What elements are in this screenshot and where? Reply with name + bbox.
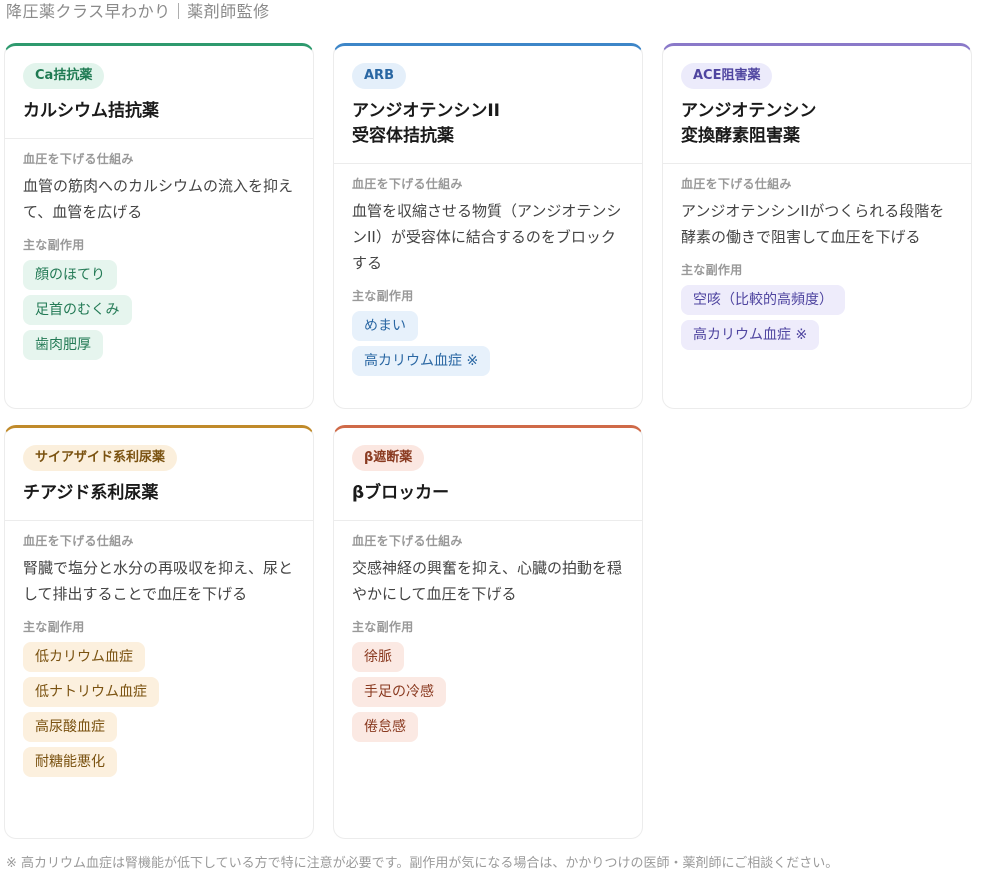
drug-card-ace-inhibitor: ACE阻害薬 アンジオテンシン 変換酵素阻害薬 血圧を下げる仕組み アンジオテン… — [662, 43, 972, 409]
card-title: アンジオテンシンII 受容体拮抗薬 — [352, 101, 500, 146]
mechanism-text: 腎臓で塩分と水分の再吸収を抑え、尿として排出することで血圧を下げる — [23, 559, 294, 603]
side-effect-tag: 徐脈 — [352, 642, 404, 672]
mechanism-text: アンジオテンシンIIがつくられる段階を酵素の働きで阻害して血圧を下げる — [681, 202, 945, 246]
card-body: 血圧を下げる仕組み アンジオテンシンIIがつくられる段階を酵素の働きで阻害して血… — [663, 164, 971, 371]
card-header: Ca拮抗薬 カルシウム拮抗薬 — [5, 46, 313, 139]
drug-card-beta-blocker: β遮断薬 βブロッカー 血圧を下げる仕組み 交感神経の興奮を抑え、心臓の拍動を穏… — [333, 425, 643, 839]
class-badge: ARB — [352, 63, 406, 89]
mechanism-label: 血圧を下げる仕組み — [23, 534, 134, 548]
class-badge: β遮断薬 — [352, 445, 425, 471]
card-header: ARB アンジオテンシンII 受容体拮抗薬 — [334, 46, 642, 164]
class-badge: サイアザイド系利尿薬 — [23, 445, 178, 471]
drug-card-arb: ARB アンジオテンシンII 受容体拮抗薬 血圧を下げる仕組み 血管を収縮させる… — [333, 43, 643, 409]
side-effect-tag: 足首のむくみ — [23, 295, 132, 325]
side-effect-tag: 空咳（比較的高頻度） — [681, 285, 845, 315]
drug-card-ca-antagonist: Ca拮抗薬 カルシウム拮抗薬 血圧を下げる仕組み 血管の筋肉へのカルシウムの流入… — [4, 43, 314, 409]
side-effect-tag: 倦怠感 — [352, 712, 418, 742]
card-header: ACE阻害薬 アンジオテンシン 変換酵素阻害薬 — [663, 46, 971, 164]
side-effects-label: 主な副作用 — [352, 289, 414, 303]
class-badge: Ca拮抗薬 — [23, 63, 105, 89]
side-effects-label: 主な副作用 — [352, 620, 414, 634]
card-title: βブロッカー — [352, 483, 450, 503]
card-body: 血圧を下げる仕組み 交感神経の興奮を抑え、心臓の拍動を穏やかにして血圧を下げる … — [334, 521, 642, 763]
mechanism-text: 交感神経の興奮を抑え、心臓の拍動を穏やかにして血圧を下げる — [352, 559, 623, 603]
card-body: 血圧を下げる仕組み 血管を収縮させる物質（アンジオテンシンII）が受容体に結合す… — [334, 164, 642, 397]
side-effects-label: 主な副作用 — [23, 238, 85, 252]
side-effect-tag: 歯肉肥厚 — [23, 330, 103, 360]
drug-card-thiazide: サイアザイド系利尿薬 チアジド系利尿薬 血圧を下げる仕組み 腎臓で塩分と水分の再… — [4, 425, 314, 839]
card-title: カルシウム拮抗薬 — [23, 101, 159, 121]
side-effect-tag: 低カリウム血症 — [23, 642, 145, 672]
side-effects-label: 主な副作用 — [23, 620, 85, 634]
side-effect-list: めまい 高カリウム血症 ※ — [352, 311, 624, 376]
mechanism-label: 血圧を下げる仕組み — [681, 177, 792, 191]
card-body: 血圧を下げる仕組み 腎臓で塩分と水分の再吸収を抑え、尿として排出することで血圧を… — [5, 521, 313, 798]
side-effect-tag: 低ナトリウム血症 — [23, 677, 159, 707]
side-effect-tag: 高カリウム血症 ※ — [352, 346, 491, 376]
side-effect-list: 徐脈 手足の冷感 倦怠感 — [352, 642, 624, 742]
side-effect-tag: 顔のほてり — [23, 260, 117, 290]
class-badge: ACE阻害薬 — [681, 63, 773, 89]
page-title: 降圧薬クラス早わかり｜薬剤師監修 — [6, 2, 270, 21]
mechanism-label: 血圧を下げる仕組み — [352, 534, 463, 548]
mechanism-label: 血圧を下げる仕組み — [352, 177, 463, 191]
card-title: アンジオテンシン 変換酵素阻害薬 — [681, 101, 817, 146]
side-effect-list: 低カリウム血症 低ナトリウム血症 高尿酸血症 耐糖能悪化 — [23, 642, 295, 777]
side-effects-label: 主な副作用 — [681, 263, 743, 277]
side-effect-list: 空咳（比較的高頻度） 高カリウム血症 ※ — [681, 285, 953, 350]
mechanism-text: 血管を収縮させる物質（アンジオテンシンII）が受容体に結合するのをブロックする — [352, 202, 622, 272]
side-effect-tag: 高カリウム血症 ※ — [681, 320, 820, 350]
mechanism-label: 血圧を下げる仕組み — [23, 152, 134, 166]
card-header: β遮断薬 βブロッカー — [334, 428, 642, 521]
footnote: ※ 高カリウム血症は腎機能が低下している方で特に注意が必要です。副作用が気になる… — [6, 856, 839, 871]
side-effect-tag: 高尿酸血症 — [23, 712, 117, 742]
side-effect-tag: 手足の冷感 — [352, 677, 446, 707]
card-body: 血圧を下げる仕組み 血管の筋肉へのカルシウムの流入を抑えて、血管を広げる 主な副… — [5, 139, 313, 381]
side-effect-list: 顔のほてり 足首のむくみ 歯肉肥厚 — [23, 260, 295, 360]
card-header: サイアザイド系利尿薬 チアジド系利尿薬 — [5, 428, 313, 521]
card-title: チアジド系利尿薬 — [23, 483, 159, 503]
mechanism-text: 血管の筋肉へのカルシウムの流入を抑えて、血管を広げる — [23, 177, 294, 221]
side-effect-tag: 耐糖能悪化 — [23, 747, 117, 777]
side-effect-tag: めまい — [352, 311, 418, 341]
